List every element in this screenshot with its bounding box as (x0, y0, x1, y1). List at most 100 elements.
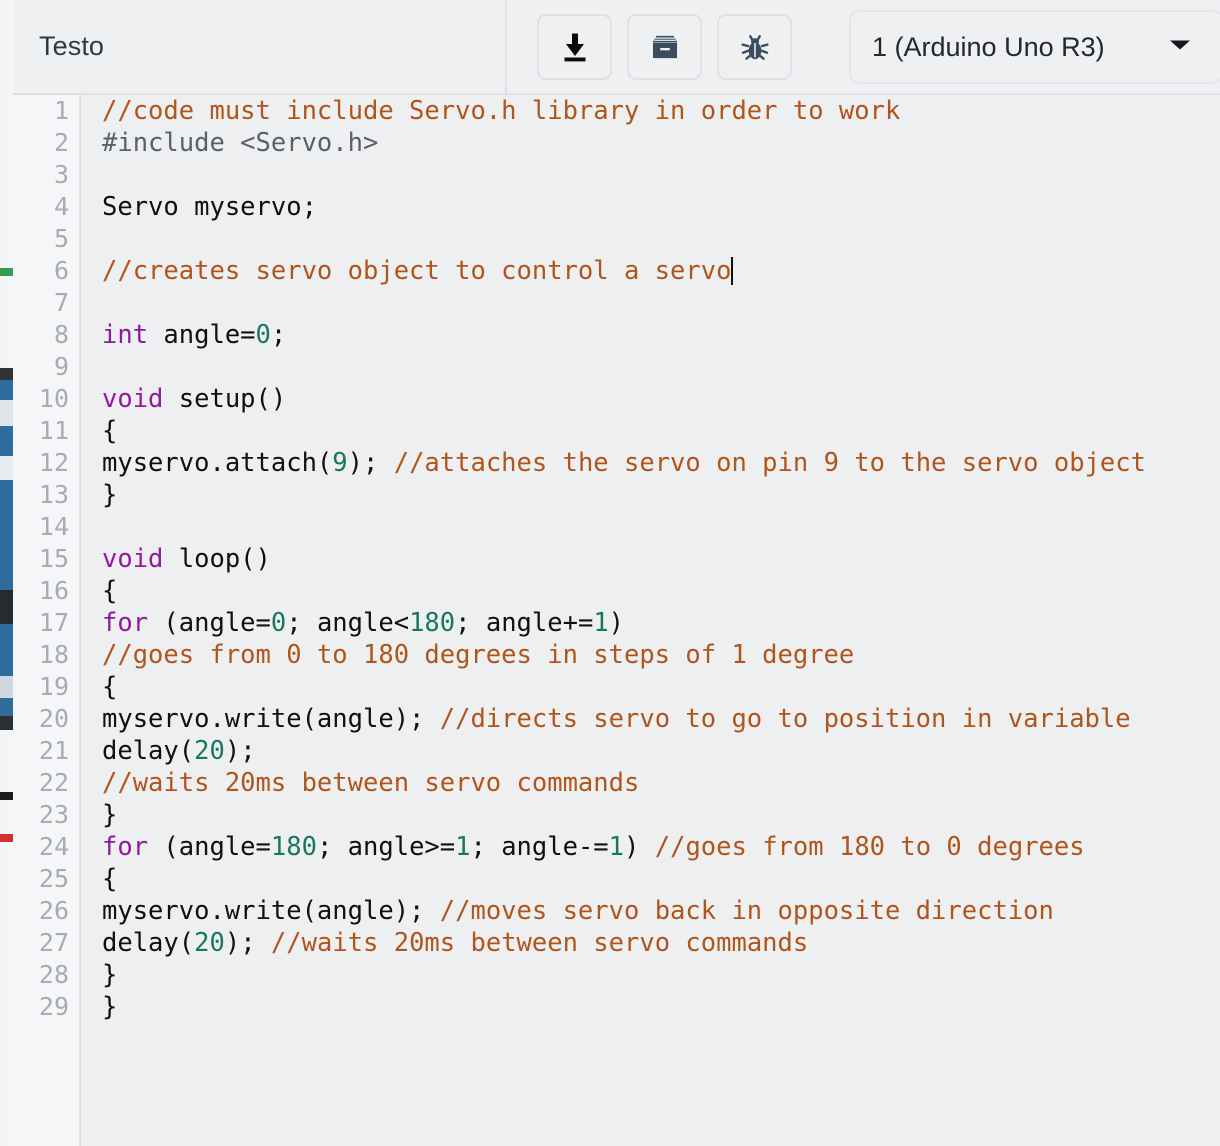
archive-box-icon (652, 35, 677, 59)
editor-header: Testo 1 (Arduino Uno R3) (13, 0, 1220, 95)
code-token-kw: void (102, 384, 164, 414)
code-token-com: //moves servo back in opposite direction (439, 896, 1054, 926)
sliver-segment (0, 590, 13, 624)
line-number: 19 (38, 672, 69, 701)
code-line[interactable]: int angle=0; (83, 319, 1220, 351)
code-token-txt: loop() (163, 544, 271, 574)
line-number: 22 (38, 768, 69, 797)
code-token-txt: (angle= (148, 608, 271, 638)
code-line[interactable]: //goes from 0 to 180 degrees in steps of… (83, 639, 1220, 671)
code-line[interactable]: { (83, 863, 1220, 895)
code-token-num: 20 (194, 928, 225, 958)
code-line[interactable]: for (angle=180; angle>=1; angle-=1) //go… (83, 831, 1220, 863)
code-token-txt: setup() (163, 384, 287, 414)
line-number: 18 (38, 640, 69, 669)
code-token-txt: ; angle>= (316, 832, 456, 862)
code-line[interactable]: delay(20); (83, 735, 1220, 767)
line-number-gutter: 1 2 3 4 5 6 7 8 9 10 11 12 13 14 15 16 17 18 19 20 21 22 23 24 2… (13, 95, 81, 1146)
code-token-com: //directs servo to go to position in var… (439, 704, 1131, 734)
sliver-segment (0, 426, 13, 456)
line-number: 29 (38, 992, 69, 1021)
code-line[interactable] (83, 159, 1220, 191)
debug-button[interactable] (717, 14, 792, 80)
sliver-segment (0, 0, 13, 268)
code-line[interactable]: } (83, 991, 1220, 1023)
sliver-segment (0, 730, 13, 792)
code-line[interactable]: void loop() (83, 543, 1220, 575)
code-token-txt: myservo.attach( (102, 448, 333, 478)
code-line[interactable] (83, 223, 1220, 255)
line-number: 4 (53, 192, 69, 221)
page-title: Testo (39, 31, 105, 61)
code-token-txt: angle= (148, 320, 256, 350)
code-line[interactable]: void setup() (83, 383, 1220, 415)
code-editor-window: Testo 1 (Arduino Uno R3) 1 2 3 4 5 6 7 8… (0, 0, 1220, 1146)
board-select-dropdown[interactable]: 1 (Arduino Uno R3) (849, 10, 1220, 84)
line-number: 10 (38, 384, 69, 413)
code-token-num: 1 (608, 832, 625, 862)
code-line[interactable]: myservo.attach(9); //attaches the servo … (83, 447, 1220, 479)
sliver-segment (0, 792, 13, 800)
sliver-segment (0, 480, 13, 590)
sliver-segment (0, 842, 13, 1146)
code-token-num: 1 (455, 832, 471, 862)
code-line[interactable] (83, 287, 1220, 319)
code-token-kw: void (102, 544, 164, 574)
code-token-txt: ) (608, 608, 625, 638)
code-token-com: //code must include Servo.h library in o… (102, 96, 901, 126)
background-window-sliver (0, 0, 13, 1146)
code-line[interactable]: } (83, 959, 1220, 991)
code-line[interactable]: #include <Servo.h> (83, 127, 1220, 159)
code-token-num: 0 (270, 608, 287, 638)
line-number: 26 (38, 896, 69, 925)
header-toolbar (537, 14, 792, 80)
bug-icon (740, 35, 769, 60)
code-line[interactable] (83, 511, 1220, 543)
code-token-kw: int (102, 320, 149, 350)
line-number: 21 (38, 736, 69, 765)
code-token-kw: for (102, 832, 149, 862)
line-number: 20 (38, 704, 69, 733)
code-line[interactable]: { (83, 575, 1220, 607)
code-token-num: 180 (409, 608, 456, 638)
line-number: 11 (38, 416, 69, 445)
code-line[interactable]: delay(20); //waits 20ms between servo co… (83, 927, 1220, 959)
code-line[interactable]: for (angle=0; angle<180; angle+=1) (83, 607, 1220, 639)
code-line[interactable]: //creates servo object to control a serv… (83, 255, 1220, 287)
code-line[interactable]: } (83, 799, 1220, 831)
code-line[interactable]: Servo myservo; (83, 191, 1220, 223)
code-line[interactable] (83, 351, 1220, 383)
sliver-segment (0, 698, 13, 716)
code-editor-area[interactable]: 1 2 3 4 5 6 7 8 9 10 11 12 13 14 15 16 17 18 19 20 21 22 23 24 2… (13, 95, 1220, 1146)
code-line[interactable]: { (83, 671, 1220, 703)
code-token-txt: { (102, 576, 118, 606)
code-token-num: 20 (194, 736, 225, 766)
line-number: 23 (38, 800, 69, 829)
line-number: 1 (53, 96, 69, 125)
line-number: 7 (53, 288, 69, 317)
line-number: 17 (38, 608, 69, 637)
code-token-txt: } (102, 480, 118, 510)
code-line[interactable]: //waits 20ms between servo commands (83, 767, 1220, 799)
code-line[interactable]: } (83, 479, 1220, 511)
code-token-txt: } (102, 992, 118, 1022)
line-number: 15 (38, 544, 69, 573)
archive-button[interactable] (627, 14, 702, 80)
code-token-com: //waits 20ms between servo commands (270, 928, 809, 958)
code-line[interactable]: myservo.write(angle); //moves servo back… (83, 895, 1220, 927)
code-token-txt: delay( (102, 736, 195, 766)
code-token-num: 9 (332, 448, 348, 478)
download-button[interactable] (537, 14, 612, 80)
code-token-txt: } (102, 800, 118, 830)
code-line[interactable]: { (83, 415, 1220, 447)
code-token-txt: ; angle+= (455, 608, 594, 638)
code-token-num: 0 (255, 320, 271, 350)
code-token-com: //goes from 180 to 0 degrees (654, 832, 1085, 862)
code-content[interactable]: //code must include Servo.h library in o… (83, 95, 1220, 1146)
sliver-segment (0, 624, 13, 676)
code-line[interactable]: //code must include Servo.h library in o… (83, 95, 1220, 127)
code-line[interactable]: myservo.write(angle); //directs servo to… (83, 703, 1220, 735)
line-number: 27 (38, 928, 69, 957)
code-token-com: //attaches the servo on pin 9 to the ser… (393, 448, 1146, 478)
code-token-txt: ); (224, 928, 271, 958)
